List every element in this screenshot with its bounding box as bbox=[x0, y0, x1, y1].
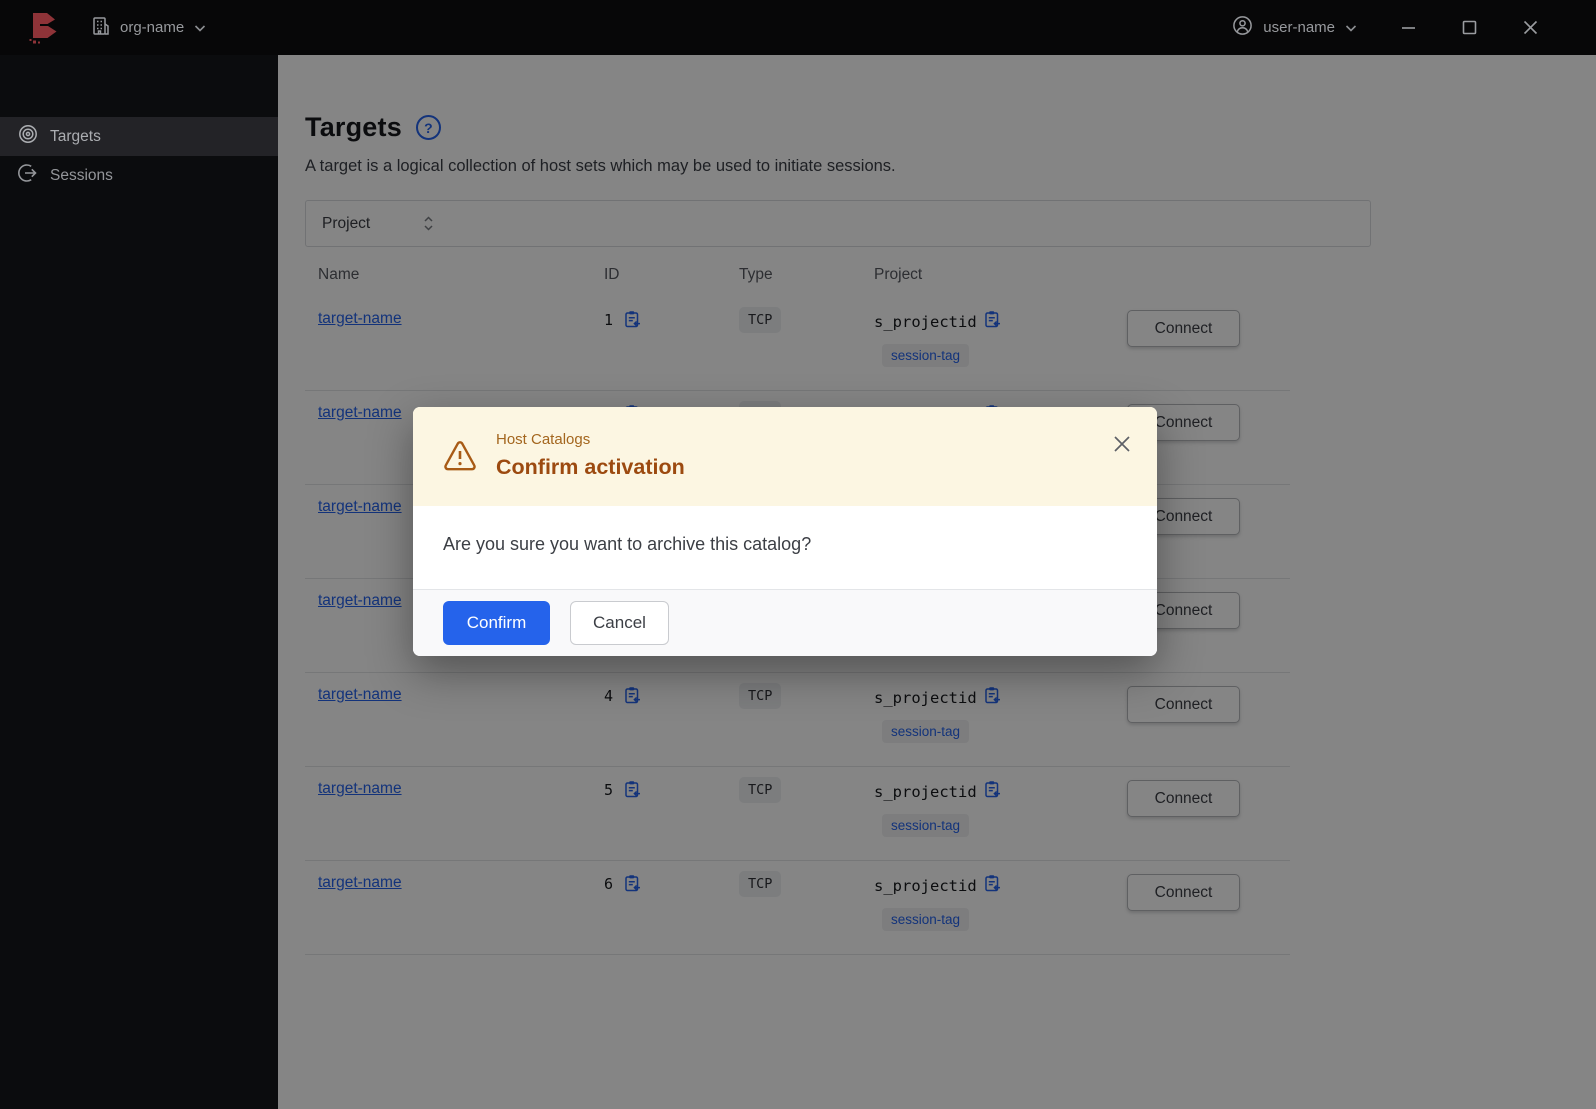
org-icon bbox=[92, 16, 110, 40]
sidebar-item-label: Sessions bbox=[50, 166, 113, 184]
org-name-label: org-name bbox=[120, 19, 185, 36]
confirm-button[interactable]: Confirm bbox=[443, 601, 550, 645]
titlebar: org-name user-name bbox=[0, 0, 1596, 55]
chevron-down-icon bbox=[1345, 19, 1357, 36]
maximize-button[interactable] bbox=[1462, 20, 1477, 35]
sidebar: Targets Sessions bbox=[0, 55, 278, 1109]
cancel-button[interactable]: Cancel bbox=[570, 601, 669, 645]
user-menu[interactable]: user-name bbox=[1232, 15, 1357, 40]
sign-in-icon bbox=[18, 163, 38, 188]
sidebar-item-sessions[interactable]: Sessions bbox=[0, 156, 278, 195]
confirm-dialog: Host Catalogs Confirm activation Are you… bbox=[413, 407, 1157, 656]
close-window-button[interactable] bbox=[1523, 20, 1538, 35]
dialog-message: Are you sure you want to archive this ca… bbox=[443, 534, 812, 554]
dialog-context-label: Host Catalogs bbox=[496, 431, 591, 448]
minimize-button[interactable] bbox=[1401, 20, 1416, 35]
chevron-down-icon bbox=[194, 19, 206, 36]
sidebar-item-label: Targets bbox=[50, 127, 101, 145]
user-name-label: user-name bbox=[1263, 19, 1335, 36]
dialog-header: Host Catalogs Confirm activation bbox=[413, 407, 1157, 506]
user-icon bbox=[1232, 15, 1253, 40]
sidebar-item-targets[interactable]: Targets bbox=[0, 117, 278, 156]
org-switcher[interactable]: org-name bbox=[92, 16, 206, 40]
dialog-footer: Confirm Cancel bbox=[413, 589, 1157, 656]
dialog-close-button[interactable] bbox=[1113, 435, 1131, 453]
boundary-logo-icon bbox=[28, 10, 62, 46]
warning-icon bbox=[443, 440, 477, 472]
target-icon bbox=[18, 124, 38, 149]
dialog-title: Confirm activation bbox=[496, 455, 685, 479]
